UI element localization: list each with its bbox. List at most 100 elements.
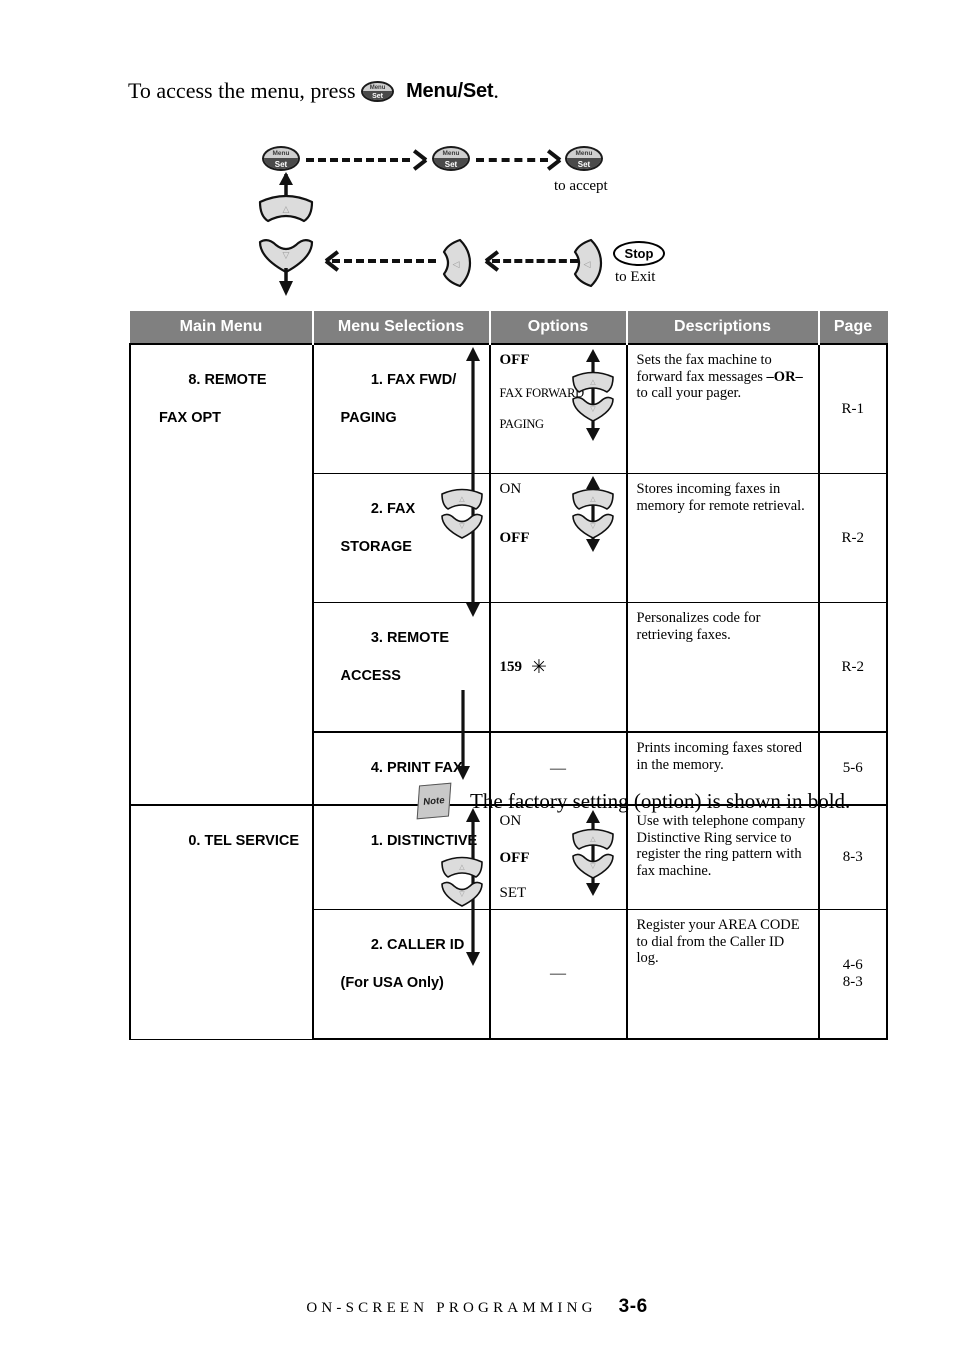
column-header-page: Page xyxy=(818,311,888,345)
main-menu-line-1: 8. REMOTE xyxy=(188,372,267,388)
selection-line-1: 3. REMOTE xyxy=(370,630,449,646)
menu-set-top-label: Menu xyxy=(442,150,460,157)
cell-options-fax-storage: ON OFF △ ▽ xyxy=(488,473,627,603)
selection-line-1: 4. PRINT FAX xyxy=(370,760,463,776)
description-text-1: Personalizes code for retrieving faxes. xyxy=(636,610,761,643)
flow-dashed-arrow-1 xyxy=(306,158,410,162)
selection-line-2: ACCESS xyxy=(340,668,401,684)
navigation-flow-diagram: Menu Set Menu Set Menu Set to accept △ ▽… xyxy=(240,128,710,303)
cell-page-4-6-8-3: 4-6 8-3 xyxy=(817,909,888,1040)
description-text-1: Stores incoming faxes in memory for remo… xyxy=(636,481,805,514)
flow-down-key-group: ▽ xyxy=(258,238,314,296)
menu-set-bottom-label: Set xyxy=(363,90,393,100)
selection-line-1: 2. FAX xyxy=(370,501,416,517)
flow-left-key-2: ◁ xyxy=(573,238,603,288)
selection-scroll-arrow-tail xyxy=(456,690,470,780)
cell-page-8-3: 8-3 xyxy=(817,804,888,910)
description-text-1: Use with telephone company Distinctive R… xyxy=(636,813,806,879)
cell-main-menu-remote-fax-opt: 8. REMOTE FAX OPT xyxy=(129,343,313,806)
selection-line-2: PAGING xyxy=(340,410,397,426)
cell-description-caller-id: Register your AREA CODE to dial from the… xyxy=(625,909,819,1040)
cell-description-fax-storage: Stores incoming faxes in memory for remo… xyxy=(625,473,819,603)
selection-line-1: 2. CALLER ID xyxy=(370,937,465,953)
flow-to-accept-label: to accept xyxy=(554,178,608,194)
menu-set-top-label: Menu xyxy=(575,150,593,157)
flow-dashed-arrow-4 xyxy=(492,259,578,263)
page-line-1: 4-6 xyxy=(842,957,863,973)
option-item: 159 xyxy=(499,658,523,675)
menu-set-bottom-label: Set xyxy=(264,158,298,169)
option-item: SET xyxy=(499,885,527,901)
selection-line-2: STORAGE xyxy=(340,539,412,555)
note-icon: Note xyxy=(416,782,452,820)
main-menu-line-2: FAX OPT xyxy=(159,410,222,426)
cell-selection-distinctive: 1. DISTINCTIVE △ ▽ xyxy=(311,804,490,966)
footer-page-number: 3-6 xyxy=(618,1296,648,1317)
page-footer: ON-SCREEN PROGRAMMING 3-6 xyxy=(0,1296,954,1318)
option-item: OFF xyxy=(499,352,530,368)
description-text-1: Register your AREA CODE to dial from the… xyxy=(636,917,800,966)
cell-page-r1: R-1 xyxy=(817,343,888,474)
footer-chapter-title: ON-SCREEN PROGRAMMING xyxy=(306,1300,597,1316)
cell-selection-fax-storage: 2. FAX STORAGE △ ▽ xyxy=(311,473,490,603)
menu-set-bottom-label: Set xyxy=(434,158,468,169)
description-bold: –OR– xyxy=(766,368,803,385)
menu-table: Main Menu Menu Selections Options Descri… xyxy=(129,311,888,1040)
intro-period: . xyxy=(493,78,499,103)
table-row: 8. REMOTE FAX OPT 1. FAX FWD/ PAGING OFF… xyxy=(129,343,888,806)
flow-menu-set-button-2: Menu Set xyxy=(432,146,470,171)
column-header-descriptions: Descriptions xyxy=(626,311,820,345)
flow-left-key-glyph: ◁ xyxy=(453,260,460,270)
description-text-1: Sets the fax machine to forward fax mess… xyxy=(636,352,772,385)
flow-menu-set-button-3: Menu Set xyxy=(565,146,603,171)
intro-line: To access the menu, press Menu Set Menu/… xyxy=(128,78,499,104)
menu-set-top-label: Menu xyxy=(369,84,386,91)
flow-up-key-glyph: △ xyxy=(283,205,290,215)
description-text-2: to call your pager. xyxy=(636,385,742,401)
menu-set-bottom-label: Set xyxy=(567,158,601,169)
cell-selection-caller-id: 2. CALLER ID (For USA Only) xyxy=(311,909,490,1040)
intro-text-before: To access the menu, press xyxy=(128,78,362,103)
flow-up-key-group: △ xyxy=(258,172,314,223)
option-item: FAX FORWARD xyxy=(499,386,585,400)
cell-page-r2-access: R-2 xyxy=(817,602,888,733)
cell-selection-fax-fwd-paging: 1. FAX FWD/ PAGING xyxy=(311,343,490,617)
cell-description-distinctive: Use with telephone company Distinctive R… xyxy=(625,804,819,910)
flow-menu-set-button-1: Menu Set xyxy=(262,146,300,171)
selection-down-key-glyph: ▽ xyxy=(459,890,465,898)
flow-to-exit-label: to Exit xyxy=(615,269,656,285)
flow-left-key-glyph: ◁ xyxy=(584,260,591,270)
stop-button-label: Stop xyxy=(624,246,654,261)
cell-options-distinctive: ON OFF SET △ ▽ xyxy=(488,804,627,910)
flow-left-key-1: ◁ xyxy=(442,238,472,288)
cell-options-caller-id: — xyxy=(488,909,627,1040)
cell-main-menu-tel-service: 0. TEL SERVICE xyxy=(129,804,313,1040)
main-menu-line-1: 0. TEL SERVICE xyxy=(188,833,300,849)
selection-line-1: 1. DISTINCTIVE xyxy=(370,833,478,849)
column-header-options: Options xyxy=(489,311,628,345)
note-line: Note The factory setting (option) is sho… xyxy=(416,782,851,820)
option-item: OFF xyxy=(499,850,530,866)
asterisk-icon: ✳ xyxy=(531,656,547,678)
note-icon-label: Note xyxy=(422,794,446,808)
flow-dashed-arrow-2 xyxy=(476,158,548,162)
note-text: The factory setting (option) is shown in… xyxy=(470,788,851,813)
option-item: PAGING xyxy=(499,417,545,431)
table-header-row: Main Menu Menu Selections Options Descri… xyxy=(129,311,888,345)
cell-options-fax-fwd-paging: OFF FAX FORWARD PAGING △ ▽ xyxy=(488,343,627,474)
selection-line-2: (For USA Only) xyxy=(340,975,444,991)
column-header-menu-selections: Menu Selections xyxy=(312,311,491,345)
option-item: ON xyxy=(499,481,522,497)
menu-set-button-icon: Menu Set xyxy=(361,80,395,102)
table-row: 0. TEL SERVICE 1. DISTINCTIVE △ ▽ ON OFF… xyxy=(129,804,888,1040)
description-text-1: Prints incoming faxes stored in the memo… xyxy=(636,740,803,773)
menu-set-top-label: Menu xyxy=(272,150,290,157)
cell-options-remote-access: 159 ✳ xyxy=(488,602,627,733)
option-item: OFF xyxy=(499,530,530,546)
selection-line-1: 1. FAX FWD/ xyxy=(370,372,457,388)
cell-description-remote-access: Personalizes code for retrieving faxes. xyxy=(625,602,819,733)
cell-page-r2-storage: R-2 xyxy=(817,473,888,603)
stop-button-icon: Stop xyxy=(613,241,665,266)
intro-menu-set-label: Menu/Set xyxy=(406,79,494,102)
flow-down-key-glyph: ▽ xyxy=(283,251,290,261)
